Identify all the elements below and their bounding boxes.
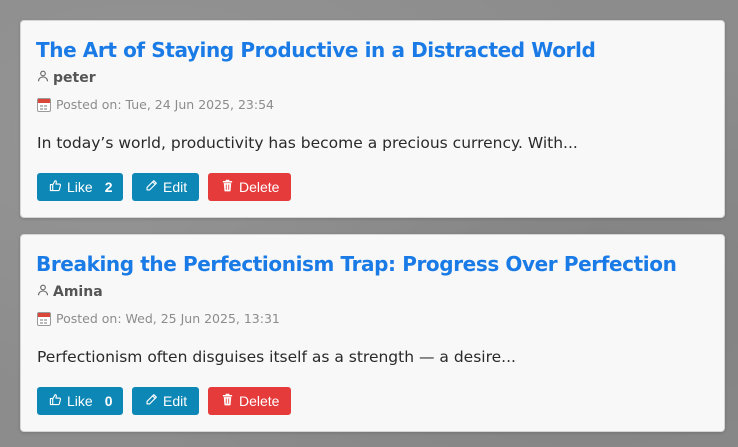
pencil-icon: [145, 393, 158, 409]
post-excerpt: Perfectionism often disguises itself as …: [37, 348, 516, 366]
post-date: Posted on: Tue, 24 Jun 2025, 23:54: [37, 97, 274, 112]
post-card: The Art of Staying Productive in a Distr…: [20, 20, 725, 218]
thumbs-up-icon: [49, 179, 62, 195]
like-label: Like: [67, 393, 93, 409]
post-card: Breaking the Perfectionism Trap: Progres…: [20, 234, 725, 432]
trash-icon: [221, 179, 234, 195]
user-icon: [37, 284, 49, 300]
like-count: 2: [104, 179, 113, 195]
post-author: peter: [37, 70, 96, 86]
post-excerpt: In today’s world, productivity has becom…: [37, 134, 578, 152]
like-button[interactable]: Like 2: [37, 173, 123, 201]
post-date: Posted on: Wed, 25 Jun 2025, 13:31: [37, 311, 280, 326]
calendar-icon: [37, 97, 51, 112]
delete-button[interactable]: Delete: [208, 173, 291, 201]
like-count: 0: [104, 393, 113, 409]
post-title[interactable]: Breaking the Perfectionism Trap: Progres…: [36, 252, 677, 276]
thumbs-up-icon: [49, 393, 62, 409]
user-icon: [37, 70, 49, 86]
like-label: Like: [67, 179, 93, 195]
delete-label: Delete: [239, 179, 280, 195]
post-actions: Like 2 Edit Delete: [37, 173, 291, 201]
post-actions: Like 0 Edit Delete: [37, 387, 291, 415]
edit-button[interactable]: Edit: [132, 387, 199, 415]
post-author-name: Amina: [53, 284, 103, 300]
edit-label: Edit: [163, 393, 188, 409]
trash-icon: [221, 393, 234, 409]
post-author: Amina: [37, 284, 103, 300]
pencil-icon: [145, 179, 158, 195]
like-button[interactable]: Like 0: [37, 387, 123, 415]
post-author-name: peter: [53, 70, 96, 86]
edit-button[interactable]: Edit: [132, 173, 199, 201]
post-date-text: Posted on: Tue, 24 Jun 2025, 23:54: [56, 97, 274, 112]
post-date-text: Posted on: Wed, 25 Jun 2025, 13:31: [56, 311, 280, 326]
calendar-icon: [37, 311, 51, 326]
delete-label: Delete: [239, 393, 280, 409]
post-title[interactable]: The Art of Staying Productive in a Distr…: [36, 38, 596, 62]
edit-label: Edit: [163, 179, 188, 195]
delete-button[interactable]: Delete: [208, 387, 291, 415]
